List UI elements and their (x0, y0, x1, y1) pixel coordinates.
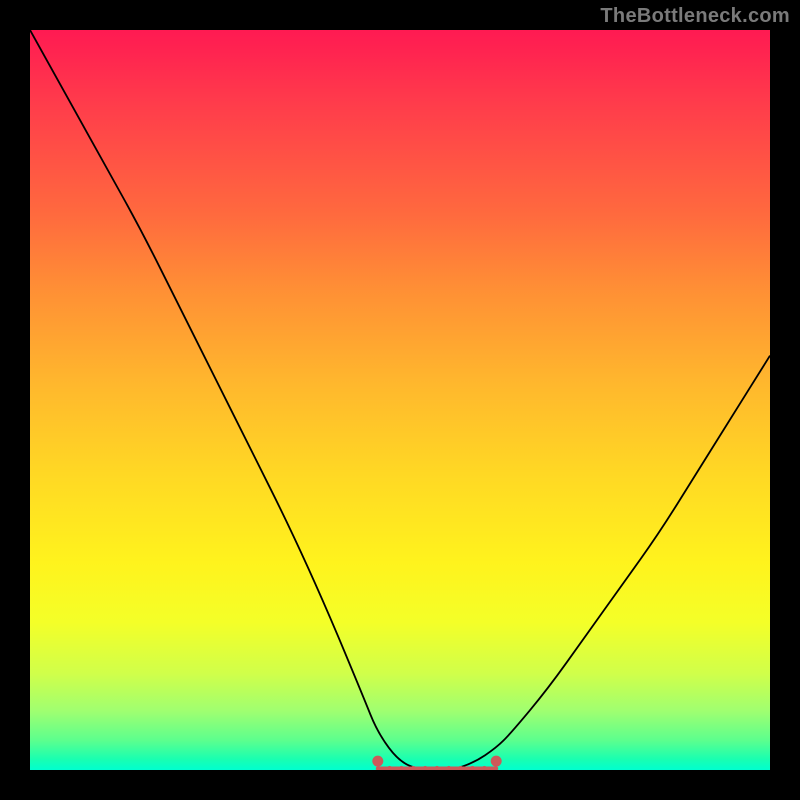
watermark-text: TheBottleneck.com (600, 5, 790, 28)
gradient-plot-area (30, 30, 770, 770)
chart-frame: TheBottleneck.com (0, 0, 800, 800)
